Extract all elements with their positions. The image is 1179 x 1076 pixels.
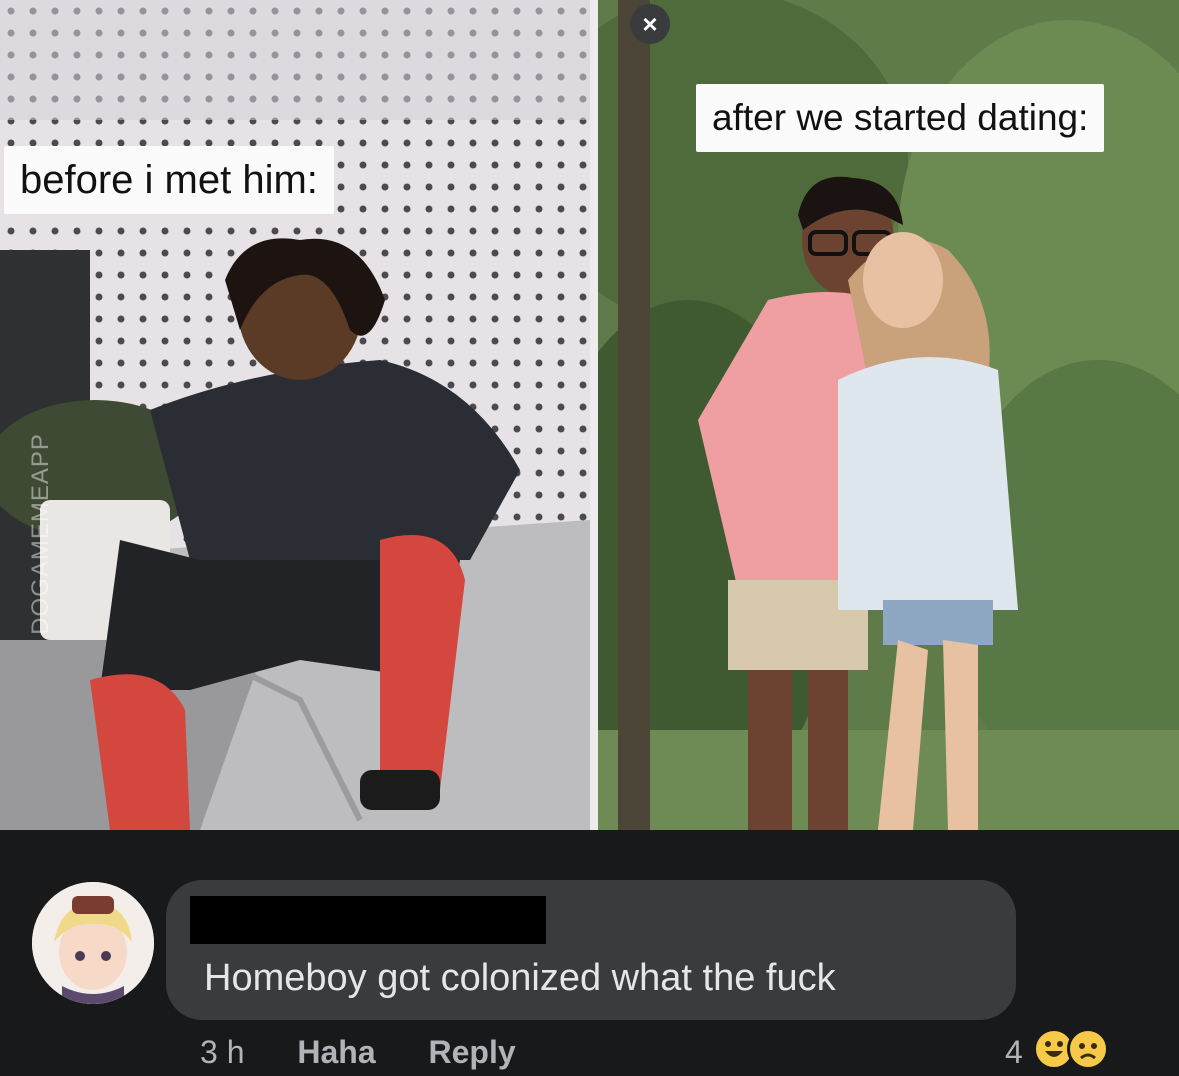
caption-after: after we started dating: [696,84,1105,152]
after-photo: after we started dating: [598,0,1179,830]
before-photo: before i met him: DOGAMEMEAPP [0,0,590,830]
reply-button[interactable]: Reply [429,1034,516,1070]
before-photo-illustration [0,0,590,830]
haha-button[interactable]: Haha [297,1034,375,1070]
comment-actions: 3 h Haha Reply [200,1034,560,1071]
panel-divider [590,0,598,830]
avatar-icon [32,882,154,1004]
reaction-summary[interactable]: 4 [1005,1028,1135,1076]
caption-before: before i met him: [4,146,334,214]
redacted-name [190,896,546,944]
comment-timestamp: 3 h [200,1034,245,1070]
watermark: DOGAMEMEAPP [26,433,54,635]
comment-bubble: Homeboy got colonized what the fuck [166,880,1016,1020]
sad-emoji-icon [1067,1028,1109,1070]
close-button[interactable]: × [630,4,670,44]
commenter-avatar[interactable] [32,882,154,1004]
comment-text: Homeboy got colonized what the fuck [204,957,836,999]
comment-section: Homeboy got colonized what the fuck 3 h … [0,830,1179,1072]
reaction-count: 4 [1005,1034,1023,1070]
